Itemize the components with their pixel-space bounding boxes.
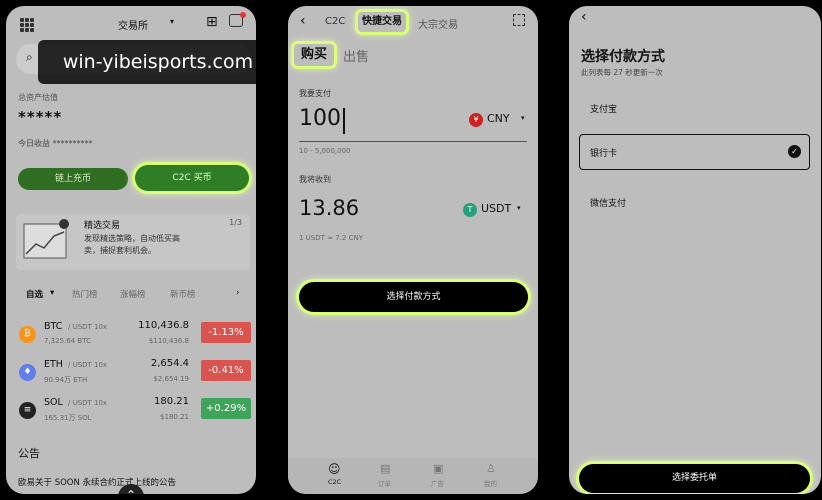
page-subtitle: 此列表每 27 秒更新一次	[581, 68, 663, 77]
receive-currency[interactable]: USDT	[481, 202, 511, 215]
chevron-down-icon[interactable]: ▾	[170, 17, 174, 26]
coin-symbol: SOL	[44, 397, 63, 408]
pay-range: 10 - 5,000,000	[299, 147, 351, 155]
cny-icon: ¥	[469, 113, 483, 127]
coin-volume: 7,325.64 BTC	[44, 337, 91, 345]
coin-price: 110,436.8	[138, 320, 189, 331]
coin-row-sol[interactable]: ≡ SOL / USDT 10x 165.31万 SOL 180.21 $180…	[16, 394, 251, 428]
bottom-nav: ☺ C2C ▤ 订单 ▣ 广告 ♙ 我的	[288, 458, 538, 494]
tab-favorites[interactable]: 自选	[26, 288, 43, 300]
chevron-down-icon[interactable]: ▾	[517, 204, 521, 212]
ad-icon[interactable]: ▣	[433, 462, 443, 475]
pay-currency[interactable]: CNY	[487, 112, 510, 125]
search-icon: ⌕	[26, 50, 33, 64]
change-badge: -1.13%	[201, 322, 251, 343]
payment-option-alipay[interactable]: 支付宝	[581, 90, 809, 126]
promo-card[interactable]: 精选交易 1/3 发现精选策略，自动低买高卖，捕捉套利机会。	[16, 214, 250, 270]
pay-amount: 100	[299, 106, 341, 131]
payment-option-label: 微信支付	[590, 199, 627, 209]
nav-orders[interactable]: 订单	[378, 478, 391, 488]
c2c-buy-button[interactable]: C2C 买币	[135, 165, 249, 191]
leverage-badge: 10x	[94, 323, 108, 331]
promo-title: 精选交易	[84, 221, 121, 231]
coin-row-eth[interactable]: ♦ ETH / USDT 10x 90.94万 ETH 2,654.4 $2,6…	[16, 356, 251, 390]
header-title[interactable]: 交易所	[118, 17, 148, 32]
receive-label: 我将收到	[299, 175, 331, 184]
change-badge: -0.41%	[201, 360, 251, 381]
promo-page: 1/3	[229, 218, 242, 227]
back-arrow-icon[interactable]: ‹	[581, 9, 587, 25]
payment-option-wechat[interactable]: 微信支付	[581, 186, 809, 222]
btc-icon: ₿	[19, 326, 36, 343]
announcement-text[interactable]: 欧易关于 SOON 永续合约正式上线的公告	[18, 476, 176, 488]
sol-icon: ≡	[19, 402, 36, 419]
payment-method-screen: ‹ 选择付款方式 此列表每 27 秒更新一次 支付宝 银行卡 ✓ 微信支付 选择…	[569, 6, 821, 494]
people-icon[interactable]: ☺	[328, 462, 341, 476]
balance-value: *****	[18, 108, 63, 126]
select-payment-button[interactable]: 选择付款方式	[299, 282, 528, 312]
coin-price: 2,654.4	[150, 358, 189, 369]
payment-option-label: 银行卡	[590, 149, 618, 159]
coin-price-usd: $110,436.8	[148, 337, 189, 345]
quick-trade-screen: ‹ C2C 快捷交易 大宗交易 购买 出售 我要支付 100 ¥ CNY ▾ 1…	[288, 6, 538, 494]
coin-symbol: BTC	[44, 321, 63, 332]
payment-option-label: 支付宝	[590, 105, 618, 115]
check-icon: ✓	[788, 145, 801, 158]
sell-tab[interactable]: 出售	[343, 46, 369, 65]
eth-icon: ♦	[19, 364, 36, 381]
coin-row-btc[interactable]: ₿ BTC / USDT 10x 7,325.64 BTC 110,436.8 …	[16, 318, 251, 352]
chevron-right-icon[interactable]: ›	[236, 288, 239, 298]
coin-pair: / USDT	[68, 361, 92, 369]
usdt-icon: T	[463, 203, 477, 217]
pay-label: 我要支付	[299, 89, 331, 98]
buy-tab[interactable]: 购买	[294, 44, 334, 66]
nav-ads[interactable]: 广告	[431, 478, 444, 488]
user-icon[interactable]: ♙	[486, 462, 496, 475]
apps-grid-icon[interactable]	[20, 18, 34, 32]
chevron-down-icon[interactable]: ▾	[521, 114, 525, 122]
leverage-badge: 10x	[94, 399, 108, 407]
tab-gainers[interactable]: 涨幅榜	[120, 288, 146, 300]
exchange-rate: 1 USDT ≈ 7.2 CNY	[299, 234, 363, 242]
change-badge: +0.29%	[201, 398, 251, 419]
back-arrow-icon[interactable]: ‹	[300, 13, 306, 29]
today-profit: 今日收益 **********	[18, 139, 93, 148]
coin-volume: 165.31万 SOL	[44, 414, 92, 422]
chain-deposit-button[interactable]: 链上充币	[18, 168, 128, 190]
nav-me[interactable]: 我的	[484, 478, 497, 488]
coin-pair: / USDT	[68, 399, 92, 407]
coin-pair: / USDT	[68, 323, 92, 331]
scan-icon[interactable]	[513, 14, 525, 26]
coin-price-usd: $180.21	[160, 413, 189, 421]
coin-symbol: ETH	[44, 359, 63, 370]
nav-c2c[interactable]: C2C	[328, 478, 341, 486]
pay-amount-field[interactable]: 100 ¥ CNY ▾	[299, 106, 527, 142]
tab-hot[interactable]: 热门榜	[72, 288, 98, 300]
watermark: win-yibeisports.com	[38, 40, 278, 84]
announcement-heading: 公告	[18, 447, 40, 460]
promo-text: 发现精选策略，自动低买高卖，捕捉套利机会。	[84, 234, 180, 255]
notification-dot	[240, 12, 246, 18]
coin-volume: 90.94万 ETH	[44, 376, 88, 384]
tab-block-trade[interactable]: 大宗交易	[418, 16, 458, 31]
balance-label: 总资产估值	[18, 93, 58, 102]
leverage-badge: 10x	[94, 361, 108, 369]
chevron-down-icon[interactable]: ▾	[50, 288, 54, 298]
order-icon[interactable]: ▤	[380, 462, 390, 475]
market-tabs: 自选 ▾ 热门榜 涨幅榜 新币榜 ›	[20, 288, 250, 302]
coin-price: 180.21	[154, 396, 189, 407]
gift-icon[interactable]: ⊞	[206, 14, 218, 30]
tab-c2c[interactable]: C2C	[325, 16, 345, 27]
payment-option-bank-card[interactable]: 银行卡 ✓	[579, 134, 810, 170]
select-order-button[interactable]: 选择委托单	[579, 464, 810, 493]
tab-new[interactable]: 新币榜	[170, 288, 196, 300]
receive-amount: 13.86	[299, 196, 360, 220]
text-cursor	[343, 108, 345, 134]
tab-quick-trade[interactable]: 快捷交易	[358, 12, 406, 32]
page-title: 选择付款方式	[581, 49, 665, 65]
coin-price-usd: $2,654.19	[153, 375, 189, 383]
trend-chart-icon	[23, 219, 69, 259]
